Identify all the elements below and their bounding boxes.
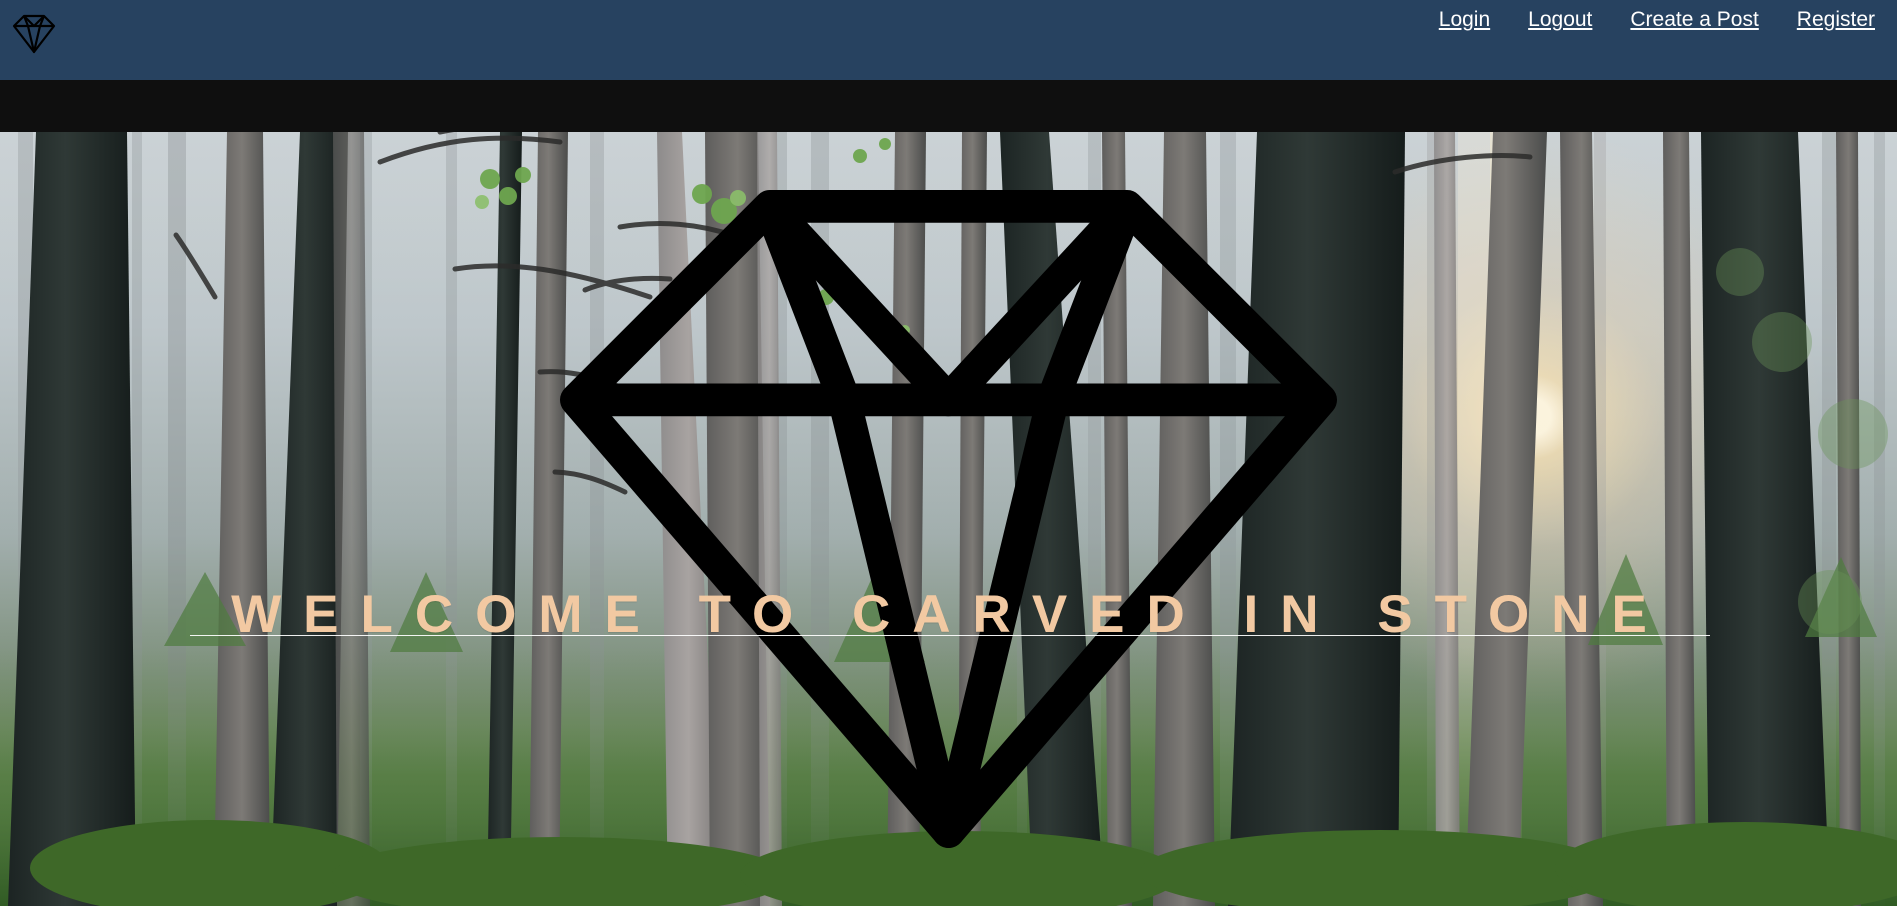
nav-create-post-link[interactable]: Create a Post: [1630, 8, 1758, 32]
main-nav: Login Logout Create a Post Register: [1439, 8, 1875, 32]
hero-banner: WELCOME TO CARVED IN STONE: [0, 132, 1897, 906]
hero-divider: [190, 635, 1710, 636]
hero-title: WELCOME TO CARVED IN STONE: [231, 585, 1669, 644]
hero-title-container: WELCOME TO CARVED IN STONE: [190, 570, 1710, 660]
diamond-icon: [560, 190, 1337, 848]
diamond-icon[interactable]: [10, 12, 58, 56]
header-divider-strip: [0, 80, 1897, 132]
nav-login-link[interactable]: Login: [1439, 8, 1490, 32]
nav-logout-link[interactable]: Logout: [1528, 8, 1592, 32]
top-navigation-bar: Login Logout Create a Post Register: [0, 0, 1897, 80]
nav-register-link[interactable]: Register: [1797, 8, 1875, 32]
